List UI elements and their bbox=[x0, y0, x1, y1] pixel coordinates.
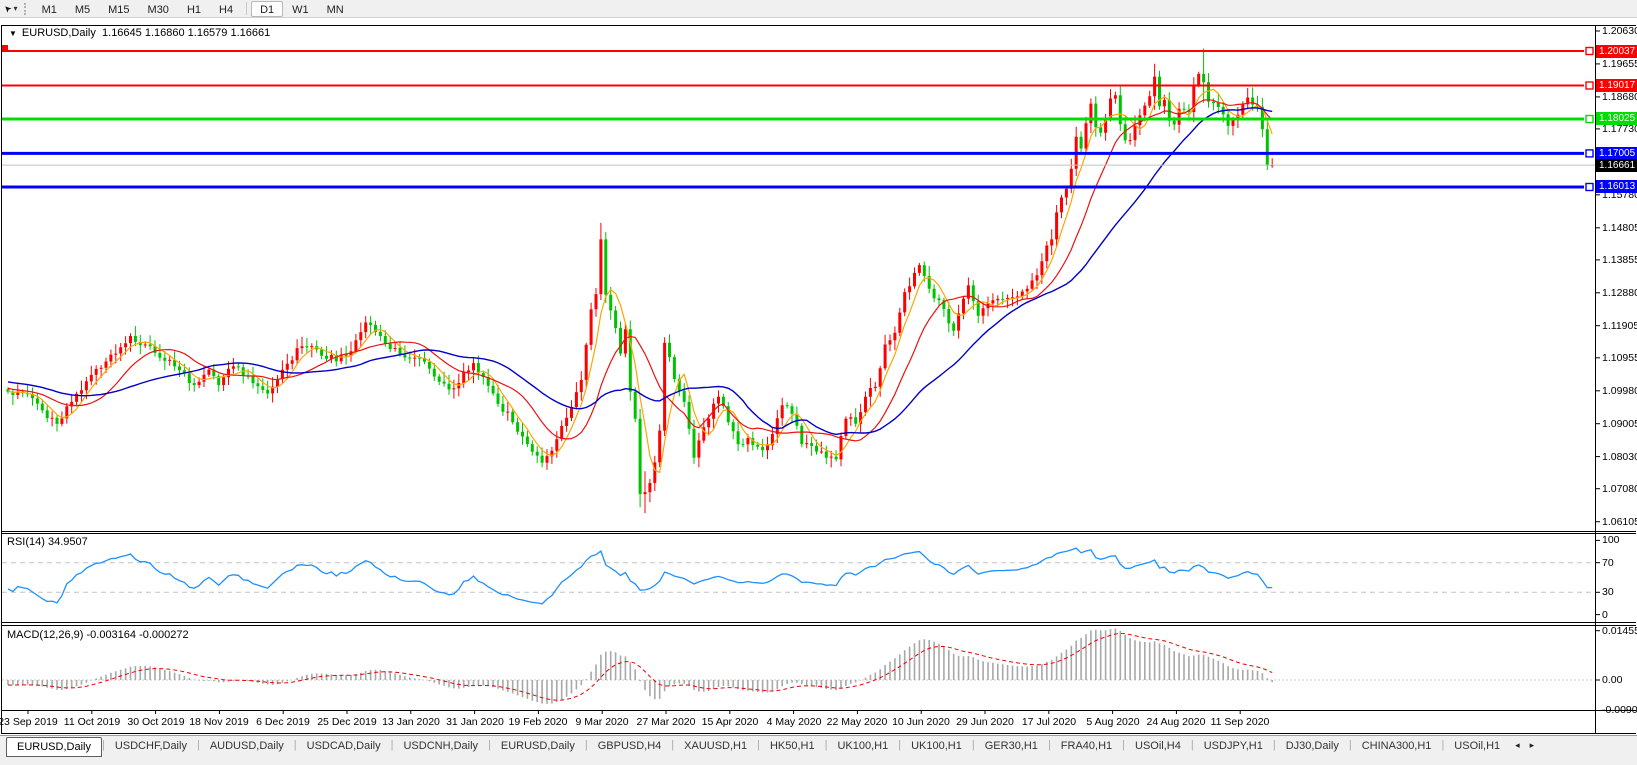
bear-candle-bodies bbox=[7, 74, 1269, 494]
chart-tab-dj30-daily[interactable]: DJ30,Daily bbox=[1276, 737, 1349, 755]
price-scale-tick-label: 1.20630 bbox=[1602, 25, 1637, 37]
rsi-scale-label: 100 bbox=[1602, 534, 1620, 546]
rsi-scale-label: 30 bbox=[1602, 586, 1614, 598]
date-axis-label: 6 Dec 2019 bbox=[248, 716, 318, 728]
chart-symbol: EURUSD,Daily bbox=[22, 27, 96, 39]
date-axis-label: 13 Jan 2020 bbox=[376, 716, 446, 728]
chart-tab-usdchf-daily[interactable]: USDCHF,Daily bbox=[105, 737, 197, 755]
date-axis-label: 11 Sep 2020 bbox=[1205, 716, 1275, 728]
price-scale-tick-label: 1.12880 bbox=[1602, 287, 1637, 299]
macd-scale-label: -0.009001 bbox=[1602, 704, 1637, 716]
chart-tab-uk100-h1[interactable]: UK100,H1 bbox=[901, 737, 972, 755]
rsi-scale-label: 0 bbox=[1602, 609, 1608, 621]
chart-tab-usoil-h1[interactable]: USOil,H1 bbox=[1444, 737, 1510, 755]
macd-label: MACD(12,26,9) -0.003164 -0.000272 bbox=[7, 629, 189, 641]
date-axis-label: 5 Aug 2020 bbox=[1078, 716, 1148, 728]
chart-tab-china300-h1[interactable]: CHINA300,H1 bbox=[1352, 737, 1442, 755]
date-axis-label: 15 Apr 2020 bbox=[695, 716, 765, 728]
date-axis-label: 24 Aug 2020 bbox=[1141, 716, 1211, 728]
macd-values: -0.003164 -0.000272 bbox=[86, 629, 188, 641]
chart-tab-usdjpy-h1[interactable]: USDJPY,H1 bbox=[1194, 737, 1273, 755]
date-axis-label: 23 Sep 2019 bbox=[0, 716, 63, 728]
date-axis-label: 31 Jan 2020 bbox=[440, 716, 510, 728]
chart-tab-eurusd-daily[interactable]: EURUSD,Daily bbox=[491, 737, 585, 755]
macd-pane bbox=[2, 629, 1595, 704]
date-axis-label: 9 Mar 2020 bbox=[567, 716, 637, 728]
price-scale-tick-label: 1.19655 bbox=[1602, 58, 1637, 70]
hline-price-badge: 1.16013 bbox=[1596, 180, 1637, 193]
macd-name: MACD(12,26,9) bbox=[7, 629, 83, 641]
chart-ohlc-quote: 1.16645 1.16860 1.16579 1.16661 bbox=[102, 27, 270, 39]
chart-tab-usoil-h4[interactable]: USOil,H4 bbox=[1125, 737, 1191, 755]
moving-average-13 bbox=[8, 100, 1272, 441]
date-axis-label: 18 Nov 2019 bbox=[184, 716, 254, 728]
hline-price-badge: 1.18025 bbox=[1596, 112, 1637, 125]
price-scale-tick-label: 1.10955 bbox=[1602, 352, 1637, 364]
chart-tab-gbpusd-h4[interactable]: GBPUSD,H4 bbox=[588, 737, 672, 755]
current-price-badge: 1.16661 bbox=[1596, 159, 1637, 172]
macd-histogram bbox=[8, 629, 1272, 704]
date-axis-label: 4 May 2020 bbox=[759, 716, 829, 728]
terminal-window: ➤ ▾ M1M5M15M30H1H4 D1W1MN ▼EURUSD,Daily … bbox=[0, 0, 1637, 765]
price-scale-tick-label: 1.09980 bbox=[1602, 385, 1637, 397]
price-scale-tick-label: 1.07080 bbox=[1602, 483, 1637, 495]
macd-signal-line bbox=[8, 633, 1272, 700]
hline-right-marker[interactable] bbox=[1586, 150, 1593, 157]
price-scale-tick-label: 1.18680 bbox=[1602, 91, 1637, 103]
hline-right-marker[interactable] bbox=[1586, 48, 1593, 55]
chart-tab-ger30-h1[interactable]: GER30,H1 bbox=[975, 737, 1048, 755]
moving-average-30 bbox=[8, 108, 1272, 435]
date-axis-label: 29 Jun 2020 bbox=[950, 716, 1020, 728]
price-scale-tick-label: 1.13855 bbox=[1602, 254, 1637, 266]
date-axis-label: 17 Jul 2020 bbox=[1014, 716, 1084, 728]
tab-scroll-left-icon[interactable]: ◂ bbox=[1510, 740, 1525, 751]
date-axis-label: 30 Oct 2019 bbox=[121, 716, 191, 728]
tab-scroll-right-icon[interactable]: ▸ bbox=[1525, 740, 1540, 751]
date-axis-label: 27 Mar 2020 bbox=[631, 716, 701, 728]
macd-scale-label: 0.014556 bbox=[1602, 625, 1637, 637]
chart-tab-bar: EURUSD,Daily|USDCHF,Daily|AUDUSD,Daily|U… bbox=[0, 735, 1637, 765]
chart-tab-usdcnh-daily[interactable]: USDCNH,Daily bbox=[393, 737, 488, 755]
chart-tab-eurusd-daily[interactable]: EURUSD,Daily bbox=[6, 737, 102, 757]
macd-scale-label: 0.00 bbox=[1602, 674, 1622, 686]
rsi-scale-label: 70 bbox=[1602, 557, 1614, 569]
bear-candle-wicks bbox=[8, 49, 1267, 508]
chart-tab-fra40-h1[interactable]: FRA40,H1 bbox=[1051, 737, 1122, 755]
hline-right-marker[interactable] bbox=[1586, 82, 1593, 89]
chart-tab-audusd-daily[interactable]: AUDUSD,Daily bbox=[200, 737, 294, 755]
date-axis-label: 22 May 2020 bbox=[822, 716, 892, 728]
chart-title: ▼ EURUSD,Daily 1.16645 1.16860 1.16579 1.… bbox=[9, 27, 270, 39]
date-axis-label: 19 Feb 2020 bbox=[503, 716, 573, 728]
price-scale-tick-label: 1.11905 bbox=[1602, 320, 1637, 332]
chart-canvas bbox=[0, 0, 1637, 765]
hline-right-marker[interactable] bbox=[1586, 184, 1593, 191]
date-axis-label: 25 Dec 2019 bbox=[312, 716, 382, 728]
bull-candle-bodies bbox=[16, 74, 1273, 494]
hline-right-marker[interactable] bbox=[1586, 116, 1593, 123]
rsi-label: RSI(14) 34.9507 bbox=[7, 536, 88, 548]
date-axis-label: 11 Oct 2019 bbox=[57, 716, 127, 728]
chart-title-dropdown-icon[interactable]: ▼ bbox=[9, 29, 17, 38]
chart-tab-xauusd-h1[interactable]: XAUUSD,H1 bbox=[674, 737, 757, 755]
rsi-line bbox=[8, 548, 1272, 604]
chart-tab-hk50-h1[interactable]: HK50,H1 bbox=[760, 737, 825, 755]
price-scale-tick-label: 1.14805 bbox=[1602, 222, 1637, 234]
price-scale-tick-label: 1.09005 bbox=[1602, 418, 1637, 430]
chart-tab-uk100-h1[interactable]: UK100,H1 bbox=[827, 737, 898, 755]
rsi-name: RSI(14) bbox=[7, 536, 45, 548]
price-scale-tick-label: 1.08030 bbox=[1602, 451, 1637, 463]
date-axis-label: 10 Jun 2020 bbox=[886, 716, 956, 728]
price-scale-tick-label: 1.06105 bbox=[1602, 516, 1637, 528]
rsi-value: 34.9507 bbox=[48, 536, 88, 548]
hline-price-badge: 1.20037 bbox=[1596, 45, 1637, 58]
chart-tab-usdcad-daily[interactable]: USDCAD,Daily bbox=[297, 737, 391, 755]
rsi-pane bbox=[2, 548, 1595, 604]
bull-candle-wicks bbox=[18, 64, 1272, 513]
hline-price-badge: 1.19017 bbox=[1596, 79, 1637, 92]
hline-left-marker[interactable] bbox=[2, 45, 8, 51]
